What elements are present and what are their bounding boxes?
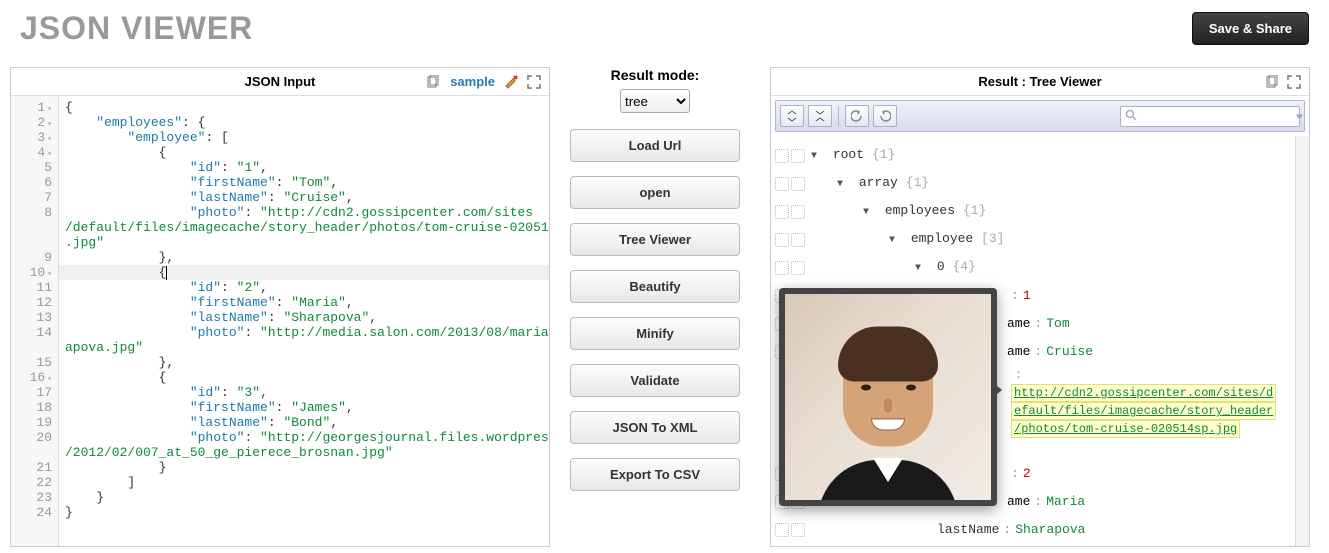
tree-node-array[interactable]: ▼ array {1} (775, 170, 1305, 198)
input-panel-title: JSON Input (245, 74, 316, 89)
result-mode-label: Result mode: (570, 67, 740, 83)
search-icon (1125, 109, 1137, 124)
tree-node-employees[interactable]: ▼ employees {1} (775, 198, 1305, 226)
tree-node-employee[interactable]: ▼ employee [3] (775, 226, 1305, 254)
leaf2-id-val: 2 (1023, 466, 1031, 481)
leaf-fn-val: Tom (1046, 316, 1069, 331)
fullscreen-icon[interactable] (525, 73, 543, 91)
tree-viewer-button[interactable]: Tree Viewer (570, 223, 740, 256)
leaf2-ln-key: lastName (937, 522, 999, 537)
search-dropdown-icon[interactable]: ▾▾ (1296, 111, 1301, 122)
collapse-all-icon[interactable] (808, 105, 832, 127)
leaf2-ln-val: Sharapova (1015, 522, 1085, 537)
tree-node-0[interactable]: ▼ 0 {4} (775, 254, 1305, 282)
open-button[interactable]: open (570, 176, 740, 209)
result-panel-title: Result : Tree Viewer (978, 74, 1101, 89)
leaf-ln-key-partial: ame (1007, 344, 1030, 359)
clear-icon[interactable] (503, 73, 521, 91)
scrollbar[interactable] (1295, 136, 1309, 546)
photo-url-line2[interactable]: efault/files/imagecache/story_header (1011, 402, 1276, 420)
beautify-button[interactable]: Beautify (570, 270, 740, 303)
tree-toolbar: ▾▾ (775, 100, 1305, 132)
undo-icon[interactable] (845, 105, 869, 127)
validate-button[interactable]: Validate (570, 364, 740, 397)
tree-search[interactable]: ▾▾ (1120, 106, 1300, 127)
code-editor[interactable]: 123456789101112131415161718192021222324 … (11, 96, 549, 546)
load-url-button[interactable]: Load Url (570, 129, 740, 162)
result-panel: Result : Tree Viewer ▾▾ (770, 67, 1310, 547)
redo-icon[interactable] (873, 105, 897, 127)
tree-body: ▼ root {1}▼ array {1}▼ employees {1}▼ em… (771, 136, 1309, 546)
save-share-button[interactable]: Save & Share (1192, 12, 1309, 45)
leaf-photo[interactable]: : http://cdn2.gossipcenter.com/sites/d e… (1011, 366, 1281, 438)
app-title: JSON VIEWER (20, 10, 253, 47)
sample-link[interactable]: sample (450, 74, 495, 89)
json-input-panel: JSON Input sample 1234567891011121314151… (10, 67, 550, 547)
leaf2-fn-key-partial: ame (1007, 494, 1030, 509)
leaf2-fn-val: Maria (1046, 494, 1085, 509)
tooltip-pointer-icon (992, 382, 1002, 398)
photo-url-line3[interactable]: /photos/tom-cruise-020514sp.jpg (1011, 420, 1240, 438)
photo-preview-tooltip (779, 288, 997, 506)
controls-panel: Result mode: tree Load Url open Tree Viewe… (550, 67, 760, 547)
tree-node-root[interactable]: ▼ root {1} (775, 142, 1305, 170)
copy-result-icon[interactable] (1263, 73, 1281, 91)
leaf-fn-key-partial: ame (1007, 316, 1030, 331)
fullscreen-result-icon[interactable] (1285, 73, 1303, 91)
leaf-id-val: 1 (1023, 288, 1031, 303)
leaf-ln-val: Cruise (1046, 344, 1093, 359)
minify-button[interactable]: Minify (570, 317, 740, 350)
tree-search-input[interactable] (1141, 109, 1296, 123)
copy-icon[interactable] (424, 73, 442, 91)
expand-all-icon[interactable] (780, 105, 804, 127)
json-to-xml-button[interactable]: JSON To XML (570, 411, 740, 444)
result-mode-select[interactable]: tree (620, 89, 690, 113)
export-to-csv-button[interactable]: Export To CSV (570, 458, 740, 491)
photo-url-line1[interactable]: http://cdn2.gossipcenter.com/sites/d (1011, 384, 1276, 402)
